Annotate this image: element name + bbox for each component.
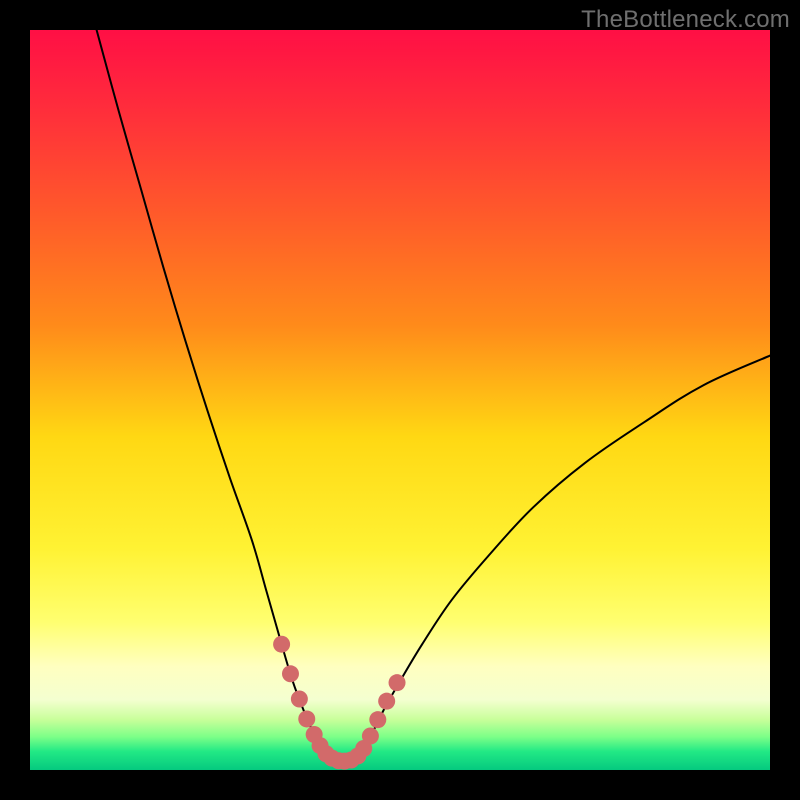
highlight-dot — [291, 690, 308, 707]
highlight-dot — [378, 693, 395, 710]
plot-frame — [30, 30, 770, 770]
curve-layer — [30, 30, 770, 770]
highlight-dot — [273, 636, 290, 653]
highlight-dot — [389, 674, 406, 691]
bottleneck-curve — [97, 30, 770, 762]
highlight-dots-group — [273, 636, 405, 770]
highlight-dot — [362, 727, 379, 744]
highlight-dot — [282, 665, 299, 682]
highlight-dot — [298, 710, 315, 727]
watermark-text: TheBottleneck.com — [581, 6, 790, 34]
highlight-dot — [369, 711, 386, 728]
